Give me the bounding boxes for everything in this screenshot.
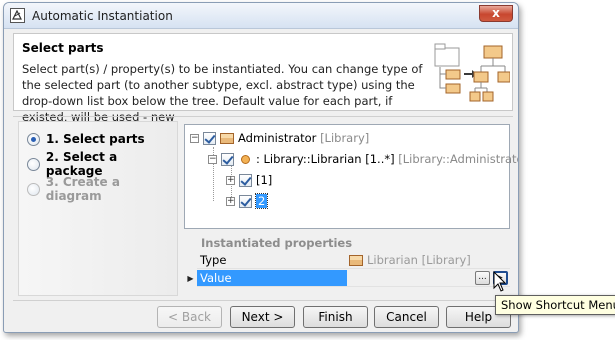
ellipsis-button[interactable]: ...	[475, 271, 490, 285]
window-title: Automatic Instantiation	[32, 9, 173, 23]
dialog-window: Automatic Instantiation x Select parts S…	[3, 2, 519, 333]
tree-node-slot-2[interactable]: + 2	[226, 192, 269, 210]
collapse-icon[interactable]: −	[190, 133, 199, 143]
step-label: 1. Select parts	[46, 132, 145, 146]
property-icon	[241, 154, 250, 164]
properties-title: Instantiated properties	[201, 236, 353, 250]
instantiation-illustration-icon	[434, 43, 510, 102]
mouse-cursor-icon	[493, 271, 507, 292]
footer-divider	[13, 300, 513, 301]
checkbox-slot-1[interactable]	[239, 173, 252, 187]
property-row-type[interactable]: Type Librarian [Library]	[184, 252, 510, 269]
expand-icon[interactable]: +	[226, 175, 235, 185]
row-pointer-icon: ▶	[187, 274, 194, 283]
class-icon	[220, 132, 234, 144]
parts-tree[interactable]: − Administrator [Library] − : Library::L…	[184, 124, 518, 229]
step-select-parts[interactable]: 1. Select parts	[27, 130, 145, 148]
expand-icon[interactable]: +	[226, 196, 235, 206]
close-button[interactable]: x	[479, 5, 513, 22]
tree-node-librarian[interactable]: − : Library::Librarian [1..*] [Library::…	[208, 150, 518, 168]
tooltip: Show Shortcut Menu	[495, 295, 615, 315]
node-type: [Library::Administrator]	[398, 152, 518, 166]
node-name: [1]	[256, 173, 273, 187]
class-icon	[349, 254, 363, 266]
page-title: Select parts	[22, 41, 104, 55]
radio-create-diagram	[27, 182, 40, 196]
cancel-button[interactable]: Cancel	[374, 306, 439, 328]
next-button[interactable]: Next >	[230, 306, 295, 328]
property-value[interactable]: ... ▸	[347, 270, 510, 287]
back-button: < Back	[157, 306, 222, 328]
radio-select-parts[interactable]	[27, 132, 40, 146]
node-name: Administrator	[238, 131, 317, 145]
property-row-value[interactable]: ▶ Value ... ▸	[184, 270, 510, 287]
properties-panel: Instantiated properties Type Librarian […	[184, 233, 510, 293]
title-bar: Automatic Instantiation x	[4, 3, 518, 29]
property-key: Value	[197, 270, 347, 287]
step-label: 2. Select a package	[45, 150, 118, 178]
tree-node-slot-1[interactable]: + [1]	[226, 171, 272, 189]
step-create-diagram: 3. Create a diagram	[27, 175, 177, 203]
checkbox-administrator[interactable]	[203, 131, 216, 145]
property-key: Type	[197, 252, 347, 269]
finish-button[interactable]: Finish	[303, 306, 368, 328]
checkbox-slot-2[interactable]	[239, 194, 252, 208]
app-icon	[10, 8, 25, 23]
node-name: : Library::Librarian [1..*]	[256, 152, 395, 166]
property-value[interactable]: Librarian [Library]	[347, 252, 510, 269]
node-name-selected[interactable]: 2	[254, 193, 269, 209]
tree-node-administrator[interactable]: − Administrator [Library]	[190, 129, 369, 147]
header-panel: Select parts Select part(s) / property(s…	[13, 33, 513, 124]
checkbox-librarian[interactable]	[221, 152, 234, 166]
radio-select-package[interactable]	[27, 157, 40, 171]
header-divider	[13, 116, 513, 117]
collapse-icon[interactable]: −	[208, 154, 217, 164]
wizard-steps: 1. Select parts 2. Select a package 3. C…	[18, 121, 178, 296]
step-select-package[interactable]: 2. Select a package	[27, 150, 177, 178]
node-type: [Library]	[320, 131, 370, 145]
step-label: 3. Create a diagram	[45, 175, 120, 203]
